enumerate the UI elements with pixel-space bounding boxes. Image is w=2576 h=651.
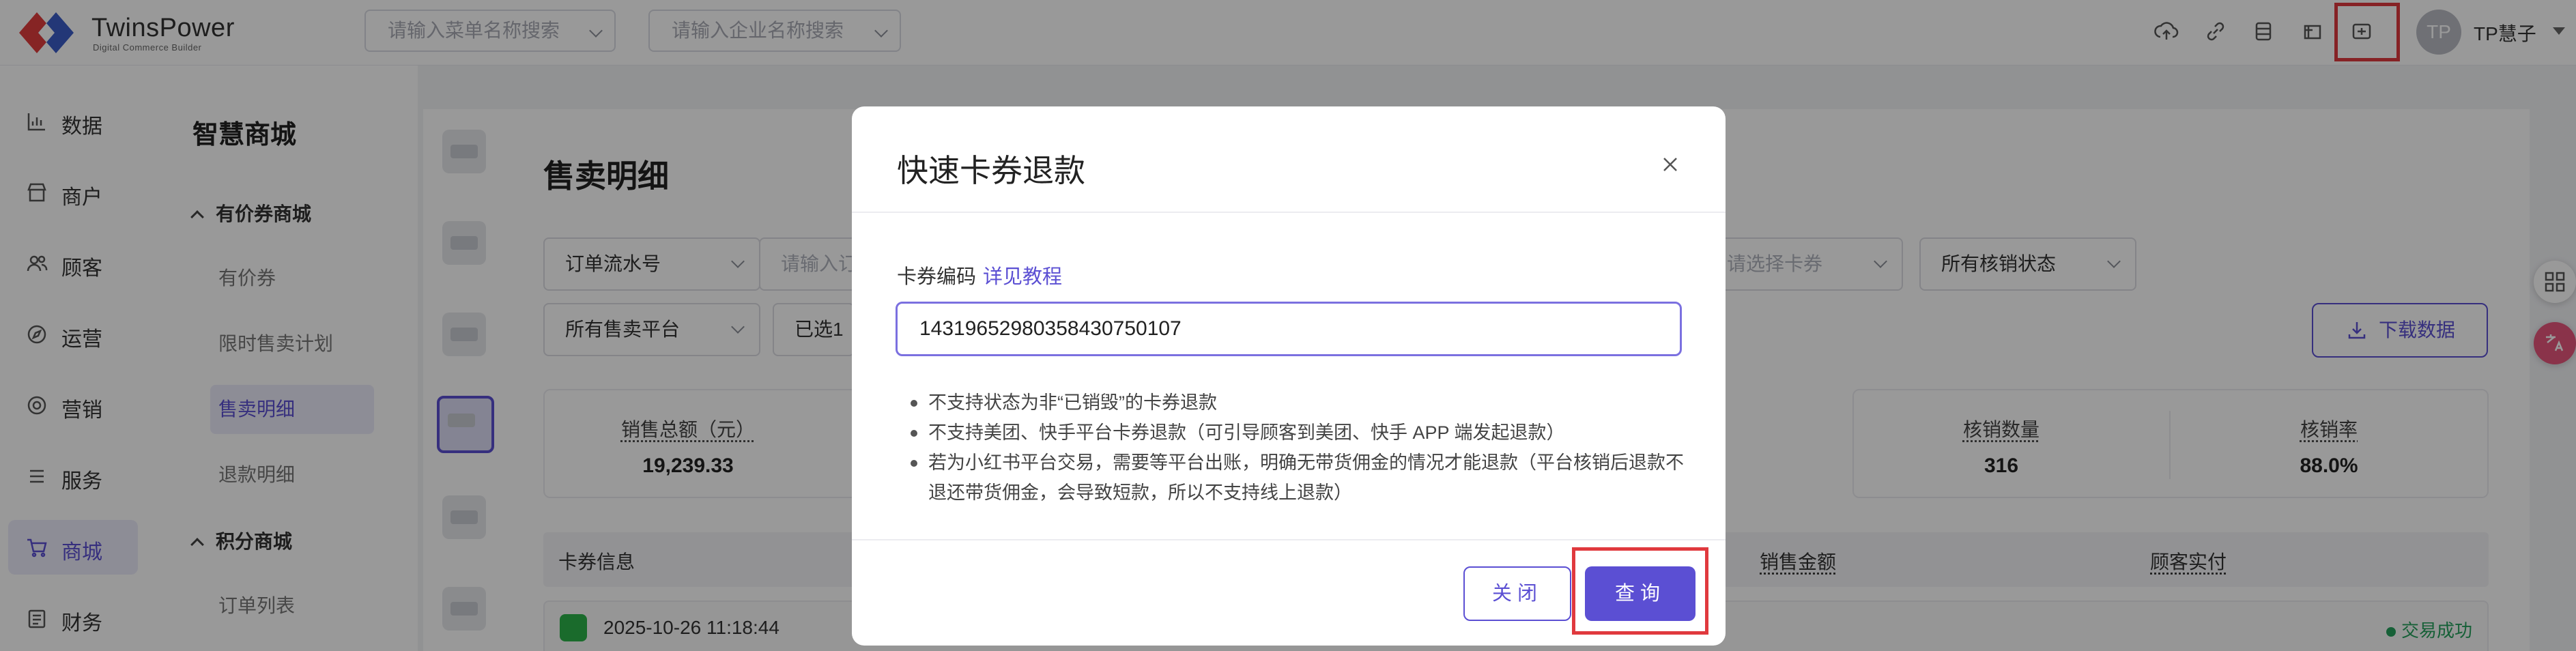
dialog-divider (852, 539, 1726, 540)
close-button[interactable]: 关闭 (1463, 566, 1571, 621)
coupon-code-label: 卡券编码 (897, 266, 977, 288)
coupon-code-input[interactable]: 1431965298035843075​0107 (896, 302, 1682, 356)
note-item: 若为小红书平台交易，需要等平台出账，明确无带货佣金的情况才能退款（平台核销后退款… (906, 448, 1685, 508)
query-button-highlight (1572, 547, 1708, 635)
tutorial-link[interactable]: 详见教程 (983, 261, 1062, 289)
note-item: 不支持美团、快手平台卡券退款（可引导顾客到美团、快手 APP 端发起退款） (906, 418, 1685, 448)
close-icon[interactable] (1655, 149, 1686, 180)
note-item: 不支持状态为非“已销毁”的卡券退款 (906, 388, 1685, 418)
dialog-title: 快速卡券退款 (897, 153, 1085, 188)
refund-notes: 不支持状态为非“已销毁”的卡券退款 不支持美团、快手平台卡券退款（可引导顾客到美… (906, 388, 1685, 508)
dialog-divider (852, 212, 1726, 213)
